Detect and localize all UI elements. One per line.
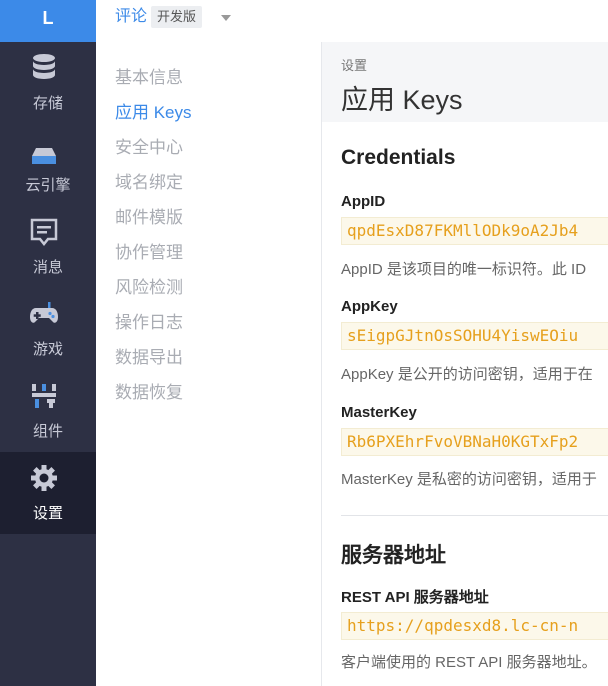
app-rail: L 存储 云引擎 消息 游戏 组件 设置 — [0, 0, 96, 686]
subnav-item-domains[interactable]: 域名绑定 — [115, 172, 183, 194]
appid-value[interactable]: qpdEsxD87FKMllODk9oA2Jb4 — [341, 217, 608, 245]
credentials-heading: Credentials — [341, 146, 456, 169]
rest-api-value[interactable]: https://qpdesxd8.lc-cn-n — [341, 612, 608, 640]
main-content: 设置 应用 Keys Credentials AppID qpdEsxD87FK… — [322, 42, 608, 686]
rail-item-messages[interactable]: 消息 — [0, 206, 96, 288]
rail-item-label: 存储 — [32, 95, 63, 112]
subnav-item-basic-info[interactable]: 基本信息 — [115, 67, 183, 89]
rail-item-label: 设置 — [32, 505, 63, 522]
top-bar: 评论 开发版 — [96, 0, 608, 42]
rail-item-engine[interactable]: 云引擎 — [0, 124, 96, 206]
gear-icon — [31, 465, 57, 491]
settings-subnav: 基本信息 应用 Keys 安全中心 域名绑定 邮件模版 协作管理 风险检测 操作… — [96, 42, 321, 686]
components-icon — [32, 384, 56, 408]
rest-api-description: 客户端使用的 REST API 服务器地址。 — [341, 654, 597, 671]
subnav-item-data-export[interactable]: 数据导出 — [115, 347, 183, 369]
subnav-item-operation-log[interactable]: 操作日志 — [115, 312, 183, 334]
rest-api-label: REST API 服务器地址 — [341, 589, 489, 606]
rail-item-label: 组件 — [32, 423, 63, 440]
appkey-description: AppKey 是公开的访问密钥，适用于在 — [341, 366, 593, 383]
server-icon — [32, 148, 56, 164]
rail-item-label: 消息 — [32, 259, 63, 276]
breadcrumb[interactable]: 设置 — [341, 55, 367, 74]
appid-description: AppID 是该项目的唯一标识符。此 ID — [341, 261, 587, 278]
subnav-item-risk-detection[interactable]: 风险检测 — [115, 277, 183, 299]
subnav-item-collaboration[interactable]: 协作管理 — [115, 242, 183, 264]
app-logo[interactable]: L — [0, 0, 96, 42]
subnav-item-security[interactable]: 安全中心 — [115, 137, 183, 159]
subnav-item-app-keys[interactable]: 应用 Keys — [115, 102, 192, 124]
gamepad-icon — [30, 302, 58, 323]
section-divider — [341, 515, 608, 516]
app-name-link[interactable]: 评论 — [115, 7, 147, 27]
database-icon — [33, 54, 55, 79]
rail-item-components[interactable]: 组件 — [0, 370, 96, 452]
masterkey-description: MasterKey 是私密的访问密钥，适用于 — [341, 471, 597, 488]
masterkey-label: MasterKey — [341, 404, 417, 421]
rail-item-storage[interactable]: 存储 — [0, 42, 96, 124]
page-title: 应用 Keys — [341, 85, 463, 115]
chevron-down-icon[interactable] — [221, 15, 231, 21]
rail-item-label: 云引擎 — [25, 177, 71, 194]
rail-item-settings[interactable]: 设置 — [0, 452, 96, 534]
appid-label: AppID — [341, 193, 386, 210]
masterkey-value[interactable]: Rb6PXEhrFvoVBNaH0KGTxFp2 — [341, 428, 608, 456]
message-icon — [30, 218, 58, 247]
plan-badge: 开发版 — [151, 6, 203, 28]
page-header: 设置 应用 Keys — [322, 42, 608, 122]
server-heading: 服务器地址 — [341, 544, 446, 567]
appkey-value[interactable]: sEigpGJtnOsSOHU4YiswEOiu — [341, 322, 608, 350]
subnav-item-data-restore[interactable]: 数据恢复 — [115, 382, 183, 404]
subnav-item-email-templates[interactable]: 邮件模版 — [115, 207, 183, 229]
rail-item-label: 游戏 — [32, 341, 63, 358]
rail-item-games[interactable]: 游戏 — [0, 288, 96, 370]
appkey-label: AppKey — [341, 298, 398, 315]
